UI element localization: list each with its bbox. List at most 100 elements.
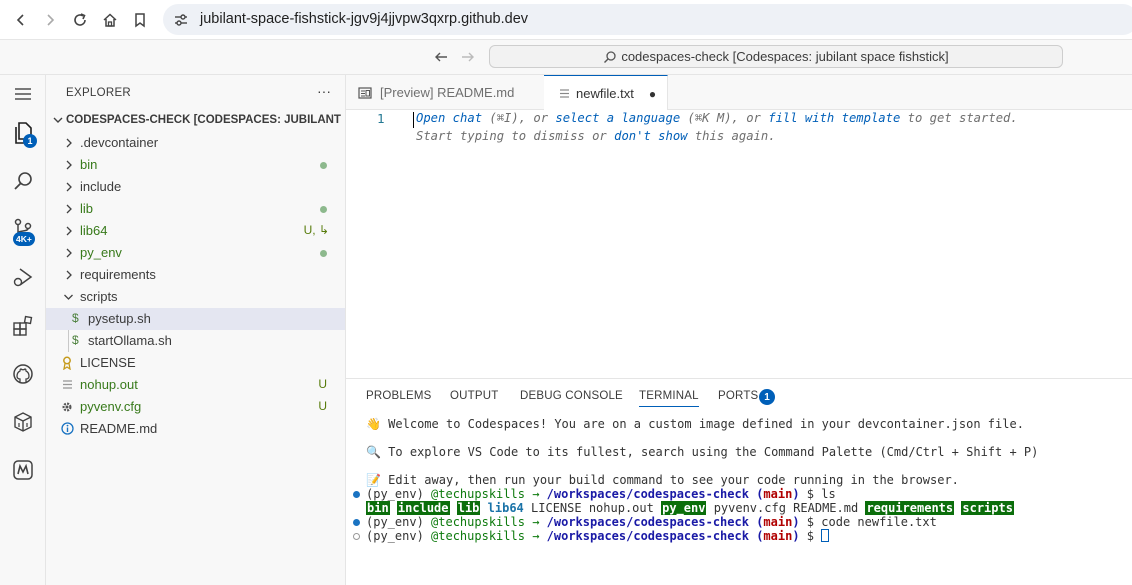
run-debug-icon [13, 268, 33, 287]
browser-reload-button[interactable] [69, 9, 91, 31]
git-modified-dot [320, 162, 327, 169]
text-file-icon [560, 89, 569, 98]
tree-item-label: pysetup.sh [88, 311, 151, 326]
url-text[interactable]: jubilant-space-fishstick-jgv9j4jjvpw3qxr… [200, 11, 528, 27]
chevron-right-icon [66, 182, 72, 192]
tree-item-label: py_env [80, 245, 122, 260]
shell-file-icon: $ [72, 311, 79, 325]
tree-item-py-env[interactable]: py_env [46, 242, 345, 264]
arrow-left-icon [16, 14, 24, 26]
tree-item-label: include [80, 179, 122, 194]
extension-panel-button[interactable] [9, 456, 37, 484]
tree-item-pyvenv-cfg[interactable]: pyvenv.cfg U [46, 396, 345, 418]
tree-item-license[interactable]: LICENSE [46, 352, 345, 374]
reload-icon [74, 13, 86, 26]
fill-template-link[interactable]: fill with template [768, 111, 900, 125]
search-icon [14, 172, 32, 190]
terminal-current-prompt[interactable]: (py_env) @techupskills → /workspaces/cod… [366, 529, 830, 543]
tree-item-requirements[interactable]: requirements [46, 264, 345, 286]
site-settings-icon[interactable] [173, 12, 189, 28]
tree-item-nohup-out[interactable]: nohup.out U [46, 374, 345, 396]
tree-item-label: .devcontainer [80, 135, 159, 150]
tab-debug-console[interactable]: DEBUG CONSOLE [520, 390, 623, 402]
line-number: 1 [377, 111, 385, 126]
tab-preview-readme[interactable]: [Preview] README.md [346, 75, 544, 110]
terminal-ls-output: bin include lib lib64 LICENSE nohup.out … [366, 501, 1014, 515]
chevron-right-icon [66, 160, 72, 170]
editor-tabs: [Preview] README.md newfile.txt ● [346, 75, 1132, 111]
tree-item-lib64[interactable]: lib64 U, ↳ [46, 220, 345, 242]
tree-item-devcontainer[interactable]: .devcontainer [46, 132, 345, 154]
tab-newfile-txt[interactable]: newfile.txt ● [544, 75, 668, 111]
cube-icon [14, 412, 32, 432]
search-view-button[interactable] [9, 167, 37, 195]
info-icon [61, 422, 74, 435]
git-status-badge: U [318, 377, 327, 391]
terminal-explore-line: 🔍 To explore VS Code to its fullest, sea… [366, 445, 1039, 459]
command-center-label: codespaces-check [Codespaces: jubilant s… [621, 49, 949, 64]
tab-ports[interactable]: PORTS [718, 390, 758, 402]
go-forward-icon[interactable] [459, 48, 477, 66]
browser-forward-button[interactable] [39, 9, 61, 31]
git-status-badge: U [318, 399, 327, 413]
command-success-dot[interactable] [353, 491, 360, 498]
git-modified-dot [320, 206, 327, 213]
empty-editor-hint-line2: Start typing to dismiss or don't show th… [416, 129, 776, 143]
tab-output[interactable]: OUTPUT [450, 390, 498, 402]
tree-item-label: startOllama.sh [88, 333, 172, 348]
tree-item-bin[interactable]: bin [46, 154, 345, 176]
source-control-view-button[interactable]: 4K+ [9, 215, 37, 246]
github-view-button[interactable] [9, 360, 37, 388]
chevron-right-icon [66, 138, 72, 148]
explorer-more-actions[interactable]: ··· [317, 83, 331, 99]
tree-item-label: scripts [80, 289, 118, 304]
tree-item-scripts[interactable]: scripts [46, 286, 345, 308]
browser-home-button[interactable] [99, 9, 121, 31]
extensions-view-button[interactable] [9, 312, 37, 340]
workspace-folder-header[interactable]: CODESPACES-CHECK [CODESPACES: JUBILANT S… [46, 110, 346, 132]
run-debug-view-button[interactable] [9, 263, 37, 291]
address-bar[interactable]: jubilant-space-fishstick-jgv9j4jjvpw3qxr… [163, 4, 1132, 35]
command-center[interactable]: codespaces-check [Codespaces: jubilant s… [489, 45, 1063, 68]
search-icon [604, 50, 616, 63]
command-success-dot[interactable] [353, 519, 360, 526]
open-chat-link[interactable]: Open chat [416, 111, 482, 125]
text-file-icon [63, 380, 72, 389]
shell-file-icon: $ [72, 333, 79, 347]
select-language-link[interactable]: select a language [555, 111, 680, 125]
browser-bookmark-button[interactable] [129, 9, 151, 31]
tree-item-startollama-sh[interactable]: $ startOllama.sh [46, 330, 345, 352]
tab-problems[interactable]: PROBLEMS [366, 390, 432, 402]
source-control-badge: 4K+ [13, 232, 35, 246]
bottom-panel: PROBLEMS OUTPUT DEBUG CONSOLE TERMINAL P… [346, 378, 1132, 585]
tree-item-label: lib [80, 201, 94, 216]
tree-item-readme-md[interactable]: README.md [46, 418, 345, 440]
explorer-view-button[interactable]: 1 [9, 119, 37, 148]
activity-bar: 1 4K+ [0, 75, 46, 585]
tree-item-label: lib64 [80, 223, 108, 238]
tree-item-lib[interactable]: lib [46, 198, 345, 220]
browser-back-button[interactable] [10, 9, 32, 31]
license-file-icon [63, 356, 71, 370]
dont-show-link[interactable]: don't show [614, 129, 687, 143]
explorer-title: EXPLORER [66, 87, 132, 99]
remote-explorer-view-button[interactable] [9, 408, 37, 436]
tree-item-pysetup-sh[interactable]: $ pysetup.sh [46, 308, 345, 330]
tree-item-include[interactable]: include [46, 176, 345, 198]
browser-toolbar: jubilant-space-fishstick-jgv9j4jjvpw3qxr… [0, 0, 1132, 40]
editor-area[interactable]: 1 Open chat (⌘I), or select a language (… [346, 110, 1132, 378]
arrow-right-icon [47, 14, 55, 26]
extensions-icon [13, 315, 33, 336]
hamburger-menu-icon [15, 88, 31, 100]
unsaved-changes-dot[interactable]: ● [649, 87, 656, 101]
chevron-down-icon [64, 294, 73, 300]
tab-label: newfile.txt [576, 86, 634, 101]
go-back-icon[interactable] [432, 48, 450, 66]
chevron-right-icon [66, 204, 72, 214]
menu-button[interactable] [9, 80, 37, 108]
tree-item-label: bin [80, 157, 98, 172]
tab-terminal[interactable]: TERMINAL [639, 390, 699, 407]
tab-label: [Preview] README.md [380, 85, 515, 100]
terminal-prompt-line: (py_env) @techupskills → /workspaces/cod… [366, 515, 937, 529]
terminal-prompt-line: (py_env) @techupskills → /workspaces/cod… [366, 487, 836, 501]
